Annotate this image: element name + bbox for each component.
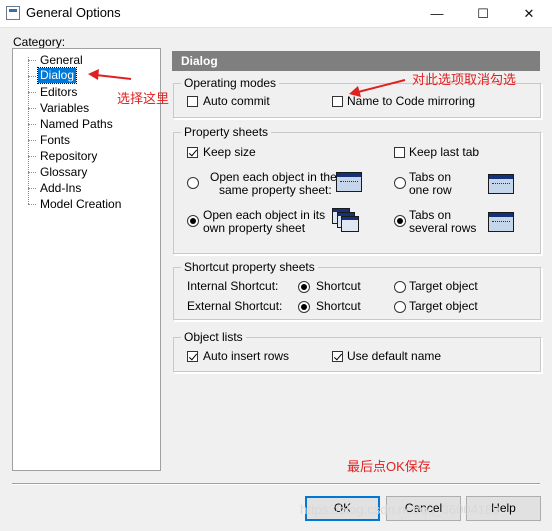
annotation-arrow-name-to-code [357,79,406,93]
annotation-uncheck-option: 对此选项取消勾选 [412,72,517,87]
watermark-text: https://blog.csdn.net/qq_36004189 [300,502,500,517]
annotation-ok-save: 最后点OK保存 [347,459,431,474]
annotation-select-here: 选择这里 [117,91,170,106]
annotation-arrow-dialog [95,74,132,80]
